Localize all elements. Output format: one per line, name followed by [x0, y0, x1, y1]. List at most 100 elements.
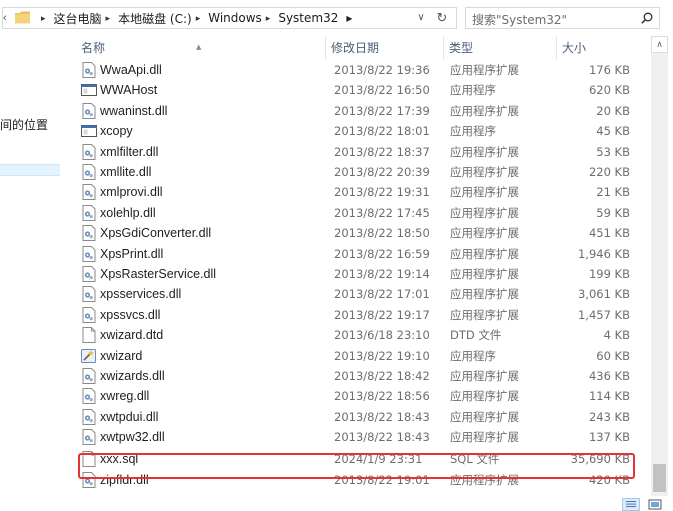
breadcrumb-item[interactable]: ▸ 本地磁盘 (C:)	[102, 8, 192, 28]
file-name: WwaApi.dll	[100, 63, 162, 77]
table-row[interactable]: XpsRasterService.dll 2013/8/22 19:14 应用程序扩…	[76, 264, 639, 284]
table-row[interactable]: xolehlp.dll 2013/8/22 17:45 应用程序扩展 59 KB	[76, 203, 639, 223]
file-size: 220 KB	[588, 165, 630, 179]
application-icon	[81, 82, 97, 98]
table-row[interactable]: xwizard 2013/8/22 19:10 应用程序 60 KB	[76, 346, 639, 366]
table-row[interactable]: XpsPrint.dll 2013/8/22 16:59 应用程序扩展 1,946 K…	[76, 244, 639, 264]
file-size: 1,946 KB	[577, 246, 630, 261]
dll-file-icon	[81, 368, 97, 384]
file-size: 199 KB	[588, 267, 630, 281]
dll-file-icon	[81, 164, 97, 180]
file-size: 21 KB	[596, 185, 630, 200]
file-date: 2013/8/22 18:42	[334, 369, 430, 383]
scroll-thumb[interactable]	[653, 464, 666, 492]
column-name[interactable]: 名称 ▲	[76, 36, 326, 60]
dll-file-icon	[81, 102, 97, 119]
dll-file-icon	[81, 245, 97, 262]
file-name: xmllite.dll	[100, 165, 152, 179]
file-type: 应用程序扩展	[450, 409, 519, 424]
search-icon[interactable]	[641, 12, 653, 24]
chevron-right-icon[interactable]: ▸	[37, 13, 54, 24]
nav-item-location[interactable]: 间的位置	[0, 116, 48, 133]
file-date: 2013/8/22 16:50	[334, 83, 430, 98]
file-date: 2024/1/9 23:31	[334, 452, 423, 467]
column-type[interactable]: 类型	[444, 36, 557, 60]
table-row[interactable]: zipfldr.dll 2013/8/22 19:01 应用程序扩展 420 KB	[76, 470, 639, 490]
refresh-icon[interactable]: ↻	[434, 10, 450, 26]
search-input[interactable]: 搜索"System32"	[465, 7, 660, 29]
table-row[interactable]: xmllite.dll 2013/8/22 20:39 应用程序扩展 220 KB	[76, 162, 639, 182]
table-row[interactable]: xpsservices.dll 2013/8/22 17:01 应用程序扩展 3,06…	[76, 284, 639, 304]
file-type: 应用程序扩展	[450, 472, 519, 487]
column-header: 名称 ▲ 修改日期 类型 大小	[76, 36, 639, 60]
table-row[interactable]: WWAHost 2013/8/22 16:50 应用程序 620 KB	[76, 80, 639, 100]
file-type: 应用程序扩展	[450, 430, 519, 445]
table-row[interactable]: xwreg.dll 2013/8/22 18:56 应用程序扩展 114 KB	[76, 386, 639, 406]
scroll-up-icon[interactable]: ∧	[651, 36, 668, 53]
breadcrumb-item[interactable]: ▸ Windows	[192, 8, 262, 28]
file-type: 应用程序扩展	[450, 246, 519, 261]
file-name: xwizards.dll	[100, 369, 165, 383]
details-view-icon[interactable]	[622, 498, 640, 511]
search-placeholder: 搜索"System32"	[472, 13, 568, 27]
file-name: xwizard.dtd	[100, 328, 164, 343]
table-row[interactable]: wwaninst.dll 2013/8/22 17:39 应用程序扩展 20 KB	[76, 101, 639, 121]
vertical-scrollbar[interactable]: ∧	[651, 36, 668, 496]
application-icon	[81, 123, 97, 139]
dll-file-icon	[81, 388, 97, 405]
file-type: 应用程序扩展	[450, 205, 519, 220]
file-type: 应用程序扩展	[450, 307, 519, 322]
breadcrumb-label: System32	[278, 11, 339, 25]
document-file-icon	[81, 327, 97, 344]
table-row[interactable]: xwtpw32.dll 2013/8/22 18:43 应用程序扩展 137 KB	[76, 427, 639, 447]
chevron-right-icon[interactable]: ▸	[262, 13, 279, 24]
chevron-right-icon[interactable]: ▸	[102, 13, 119, 24]
large-icons-view-icon[interactable]	[646, 498, 664, 511]
file-name: xwtpw32.dll	[100, 430, 165, 445]
table-row-highlighted[interactable]: xxx.sql 2024/1/9 23:31 SQL 文件 35,690 KB	[76, 449, 639, 469]
file-size: 620 KB	[588, 83, 630, 98]
document-file-icon	[81, 451, 97, 468]
dll-file-icon	[81, 62, 97, 78]
column-size[interactable]: 大小	[557, 36, 639, 60]
file-name: xmlfilter.dll	[100, 144, 159, 159]
dll-file-icon	[81, 408, 97, 425]
table-row[interactable]: XpsGdiConverter.dll 2013/8/22 18:50 应用程序扩展…	[76, 223, 639, 243]
table-row[interactable]: xmlfilter.dll 2013/8/22 18:37 应用程序扩展 53 KB	[76, 142, 639, 162]
dll-file-icon	[81, 184, 97, 201]
chevron-right-icon[interactable]: ▸	[338, 11, 352, 25]
table-row[interactable]: xmlprovi.dll 2013/8/22 19:31 应用程序扩展 21 KB	[76, 182, 639, 202]
chevron-down-icon[interactable]: ∨	[414, 10, 428, 26]
file-size: 45 KB	[596, 124, 630, 139]
file-date: 2013/8/22 19:10	[334, 348, 430, 363]
file-type: 应用程序扩展	[450, 389, 519, 404]
breadcrumb-item[interactable]: ▸ 这台电脑	[37, 8, 102, 28]
nav-history-icon[interactable]: ‹	[3, 11, 13, 25]
table-row[interactable]: xwtpdui.dll 2013/8/22 18:43 应用程序扩展 243 KB	[76, 407, 639, 427]
table-row[interactable]: xwizards.dll 2013/8/22 18:42 应用程序扩展 436 KB	[76, 366, 639, 386]
file-type: 应用程序扩展	[450, 144, 519, 159]
table-row[interactable]: WwaApi.dll 2013/8/22 19:36 应用程序扩展 176 KB	[76, 60, 639, 80]
breadcrumb-item[interactable]: ▸ System32	[262, 8, 339, 28]
nav-selection[interactable]	[0, 164, 60, 176]
file-type: SQL 文件	[450, 452, 500, 467]
file-size: 451 KB	[588, 226, 630, 241]
file-name: xwtpdui.dll	[100, 409, 159, 424]
file-date: 2013/8/22 18:01	[334, 124, 430, 139]
file-size: 20 KB	[596, 103, 630, 118]
file-size: 60 KB	[596, 348, 630, 363]
address-bar[interactable]: ‹ ▸ 这台电脑 ▸ 本地磁盘 (C:) ▸ Windows ▸ System32 ▸ ∨ ↻	[2, 7, 457, 29]
column-date[interactable]: 修改日期	[326, 36, 444, 60]
table-row[interactable]: xpssvcs.dll 2013/8/22 19:17 应用程序扩展 1,457 KB	[76, 305, 639, 325]
file-name: xcopy	[100, 124, 133, 139]
file-name: XpsPrint.dll	[100, 246, 164, 261]
file-date: 2013/8/22 19:01	[334, 472, 430, 487]
table-row[interactable]: xwizard.dtd 2013/6/18 23:10 DTD 文件 4 KB	[76, 325, 639, 345]
chevron-right-icon[interactable]: ▸	[192, 13, 209, 24]
file-date: 2013/8/22 17:01	[334, 287, 430, 302]
table-row[interactable]: xcopy 2013/8/22 18:01 应用程序 45 KB	[76, 121, 639, 141]
file-size: 4 KB	[603, 328, 630, 343]
file-type: 应用程序扩展	[450, 226, 519, 241]
file-date: 2013/8/22 19:31	[334, 185, 430, 200]
file-type: 应用程序扩展	[450, 63, 519, 77]
